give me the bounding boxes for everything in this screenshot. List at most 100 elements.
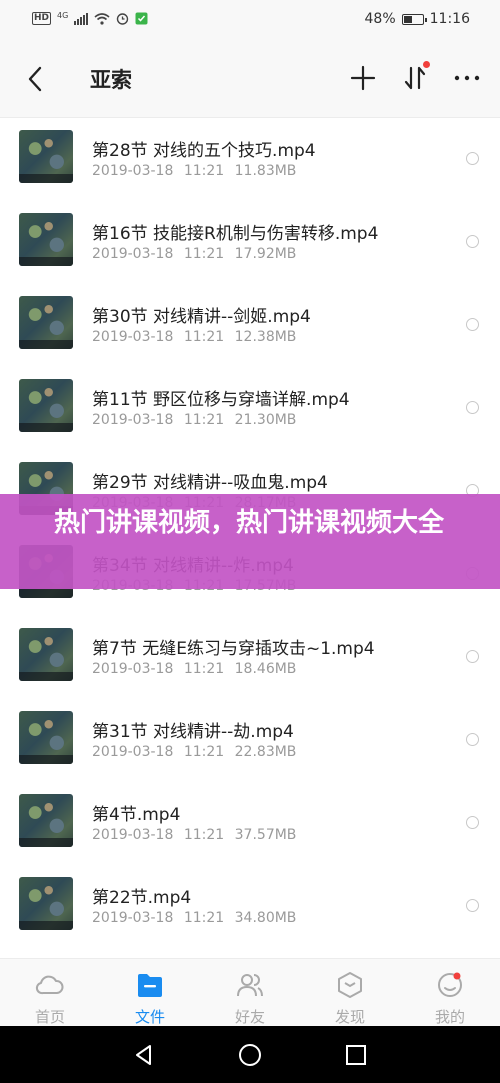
file-date: 2019-03-18 (92, 412, 174, 428)
file-name: 第7节 无缝E练习与穿插攻击~1.mp4 (92, 639, 375, 659)
file-row[interactable]: 第16节 技能接R机制与伤害转移.mp4 2019-03-18 11:21 17.… (0, 201, 500, 284)
folder-icon (138, 974, 162, 997)
video-thumbnail (19, 296, 73, 349)
file-time: 11:21 (183, 412, 225, 428)
more-button[interactable] (452, 63, 482, 93)
file-name: 第31节 对线精讲--劫.mp4 (92, 722, 294, 742)
file-meta: 2019-03-18 11:21 21.30MB (92, 412, 296, 428)
nav-label-friends: 好友 (234, 1008, 265, 1026)
people-icon (237, 974, 263, 997)
cube-icon (338, 972, 362, 998)
system-nav-bar (0, 1026, 500, 1083)
file-meta: 2019-03-18 11:21 12.38MB (92, 329, 296, 345)
page-title: 亚索 (90, 68, 132, 92)
file-size: 37.57MB (234, 827, 297, 843)
nav-label-files: 文件 (134, 1008, 165, 1026)
select-radio[interactable] (466, 733, 479, 746)
video-thumbnail (19, 794, 73, 847)
plus-icon (350, 65, 376, 91)
file-time: 11:21 (183, 661, 225, 677)
file-date: 2019-03-18 (92, 163, 174, 179)
file-time: 11:21 (183, 163, 225, 179)
nav-item-profile[interactable]: 我的 (400, 959, 500, 1026)
add-button[interactable] (348, 63, 378, 93)
file-size: 12.38MB (234, 329, 297, 345)
back-arrow-icon (28, 66, 42, 92)
cloud-icon (35, 975, 64, 995)
file-date: 2019-03-18 (92, 329, 174, 345)
file-date: 2019-03-18 (92, 910, 174, 926)
bottom-nav: 首页 文件 好友 发现 我的 (0, 958, 500, 1026)
wifi-icon (94, 12, 110, 25)
app-notification-icon (135, 12, 148, 25)
hd-badge: HD (32, 12, 52, 25)
battery-fill (403, 15, 413, 23)
file-date: 2019-03-18 (92, 246, 174, 262)
file-row[interactable]: 第28节 对线的五个技巧.mp4 2019-03-18 11:21 11.83MB (0, 118, 500, 201)
select-radio[interactable] (466, 650, 479, 663)
file-meta: 2019-03-18 11:21 17.92MB (92, 246, 296, 262)
profile-icon (438, 972, 462, 997)
status-right: 48% 11:16 (365, 11, 470, 27)
file-row[interactable]: 第11节 野区位移与穿墙详解.mp4 2019-03-18 11:21 21.30… (0, 367, 500, 450)
banner-text: 热门讲课视频，热门讲课视频大全 (54, 508, 445, 538)
file-name: 第29节 对线精讲--吸血鬼.mp4 (92, 473, 328, 493)
app-header: 亚索 (0, 40, 500, 118)
file-time: 11:21 (183, 910, 225, 926)
nav-item-files[interactable]: 文件 (100, 959, 200, 1026)
signal-icon (74, 12, 89, 25)
video-thumbnail (19, 877, 73, 930)
more-icon (454, 75, 480, 81)
system-home-icon[interactable] (238, 1043, 262, 1067)
file-name: 第28节 对线的五个技巧.mp4 (92, 141, 316, 161)
nav-label-discover: 发现 (334, 1008, 365, 1026)
select-radio[interactable] (466, 816, 479, 829)
file-date: 2019-03-18 (92, 661, 174, 677)
file-time: 11:21 (183, 744, 225, 760)
file-meta: 2019-03-18 11:21 37.57MB (92, 827, 296, 843)
nav-label-profile: 我的 (434, 1008, 465, 1026)
file-size: 22.83MB (234, 744, 297, 760)
select-radio[interactable] (466, 899, 479, 912)
status-time: 11:16 (429, 11, 470, 27)
sort-button[interactable] (400, 61, 430, 93)
file-size: 11.83MB (234, 163, 297, 179)
select-radio[interactable] (466, 152, 479, 165)
file-row[interactable]: 第4节.mp4 2019-03-18 11:21 37.57MB (0, 782, 500, 865)
file-date: 2019-03-18 (92, 827, 174, 843)
file-date: 2019-03-18 (92, 744, 174, 760)
file-time: 11:21 (183, 246, 225, 262)
file-name: 第11节 野区位移与穿墙详解.mp4 (92, 390, 350, 410)
system-recents-icon[interactable] (344, 1043, 368, 1067)
system-back-icon[interactable] (132, 1043, 156, 1067)
file-meta: 2019-03-18 11:21 11.83MB (92, 163, 296, 179)
video-thumbnail (19, 711, 73, 764)
back-button[interactable] (22, 64, 52, 94)
file-size: 34.80MB (234, 910, 297, 926)
video-thumbnail (19, 213, 73, 266)
file-meta: 2019-03-18 11:21 18.46MB (92, 661, 296, 677)
video-thumbnail (19, 379, 73, 432)
file-time: 11:21 (183, 329, 225, 345)
nav-label-home: 首页 (34, 1008, 65, 1026)
battery-percent: 48% (364, 11, 396, 27)
nav-item-friends[interactable]: 好友 (200, 959, 300, 1026)
select-radio[interactable] (466, 235, 479, 248)
battery-icon (401, 13, 427, 25)
file-time: 11:21 (183, 827, 225, 843)
file-size: 21.30MB (234, 412, 297, 428)
file-row[interactable]: 第31节 对线精讲--劫.mp4 2019-03-18 11:21 22.83MB (0, 699, 500, 782)
status-bar: HD 4G 48% 11:16 (0, 0, 500, 40)
select-radio[interactable] (466, 318, 479, 331)
file-name: 第4节.mp4 (92, 805, 181, 825)
nav-item-discover[interactable]: 发现 (300, 959, 400, 1026)
file-size: 18.46MB (234, 661, 297, 677)
file-row[interactable]: 第22节.mp4 2019-03-18 11:21 34.80MB (0, 865, 500, 948)
nav-item-home[interactable]: 首页 (0, 959, 100, 1026)
video-thumbnail (19, 130, 73, 183)
file-meta: 2019-03-18 11:21 22.83MB (92, 744, 296, 760)
notification-dot (423, 61, 430, 68)
select-radio[interactable] (466, 401, 479, 414)
file-row[interactable]: 第7节 无缝E练习与穿插攻击~1.mp4 2019-03-18 11:21 18.… (0, 616, 500, 699)
file-row[interactable]: 第30节 对线精讲--剑姬.mp4 2019-03-18 11:21 12.38M… (0, 284, 500, 367)
